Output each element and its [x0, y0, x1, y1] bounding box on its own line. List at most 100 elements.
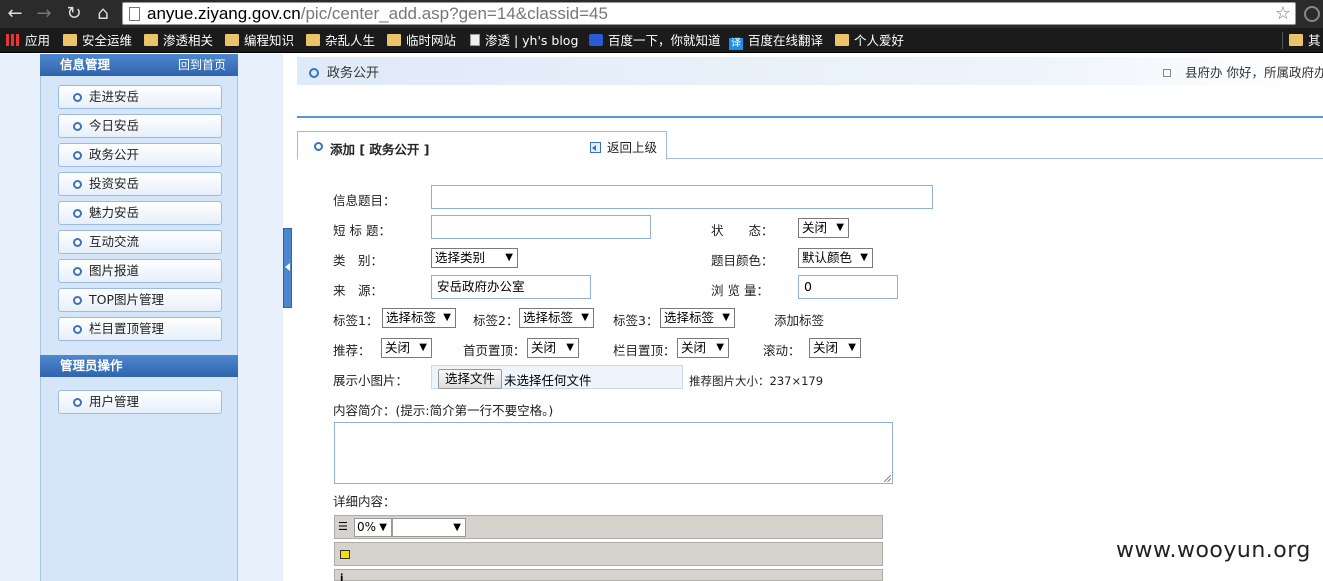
user-info: 县府办 你好，所属政府办 — [1163, 62, 1323, 81]
home-top-label: 首页置顶： — [463, 343, 526, 358]
sidebar-section-info: 信息管理 回到首页 — [40, 54, 238, 76]
bookmark-folder[interactable]: 其 — [1282, 32, 1321, 49]
paragraph-icon[interactable]: ☰ — [338, 521, 352, 533]
bookmark-folder[interactable]: 安全运维 — [63, 32, 132, 49]
info-icon[interactable]: i — [340, 573, 354, 581]
bullet-icon — [73, 296, 82, 305]
page-title: 政务公开 — [309, 62, 379, 81]
zoom-select[interactable]: 0% ▼ — [354, 518, 392, 537]
extension-icon[interactable] — [1304, 6, 1320, 22]
tag3-label: 标签3： — [613, 313, 659, 328]
short-title-input[interactable] — [431, 215, 651, 239]
summary-textarea[interactable] — [334, 422, 893, 484]
sidebar-item[interactable]: 政务公开 — [58, 143, 222, 167]
status-label: 状 态： — [711, 223, 774, 238]
sidebar-item[interactable]: 投资安岳 — [58, 172, 222, 196]
thumb-label: 展示小图片： — [333, 373, 409, 388]
reload-icon[interactable]: ↻ — [63, 3, 85, 25]
dropdown-arrow-icon: ▼ — [716, 342, 724, 353]
folder-icon — [144, 34, 158, 46]
tag2-select[interactable]: 选择标签 ▼ — [519, 308, 594, 328]
choose-file-button[interactable]: 选择文件 — [438, 369, 503, 389]
bookmark-page[interactable]: 渗透 | yh's blog — [470, 32, 578, 49]
address-bar[interactable]: anyue.ziyang.gov.cn/pic/center_add.asp?g… — [122, 2, 1296, 25]
tab-bar: 添加 [ 政务公开 ] 返回上级 — [297, 131, 1323, 160]
views-input[interactable]: 0 — [798, 275, 898, 299]
home-icon[interactable]: ⌂ — [92, 3, 114, 25]
source-label: 来 源： — [333, 283, 384, 298]
bookmark-folder[interactable]: 渗透相关 — [144, 32, 213, 49]
insert-image-icon[interactable] — [340, 550, 350, 559]
bullet-icon — [73, 238, 82, 247]
bookmark-baidu[interactable]: 百度一下，你就知道 — [589, 32, 721, 49]
folder-icon — [225, 34, 239, 46]
tag1-select[interactable]: 选择标签 ▼ — [382, 308, 456, 328]
bookmarks-bar: 应用 安全运维 渗透相关 编程知识 杂乱人生 临时网站 渗透 | yh's bl… — [0, 28, 1323, 53]
status-select[interactable]: 关闭 ▼ — [798, 218, 849, 238]
bullet-icon — [73, 267, 82, 276]
file-upload: 选择文件 未选择任何文件 — [431, 365, 683, 389]
bullet-icon — [73, 180, 82, 189]
back-arrow-icon[interactable]: ← — [4, 3, 26, 25]
bookmark-translate[interactable]: 译百度在线翻译 — [729, 32, 823, 50]
category-select[interactable]: 选择类别 ▼ — [431, 248, 518, 268]
baidu-paw-icon — [589, 34, 603, 46]
title-input[interactable] — [431, 185, 933, 209]
color-select[interactable]: 默认颜色 ▼ — [798, 248, 873, 268]
sidebar-item[interactable]: 今日安岳 — [58, 114, 222, 138]
sidebar-item[interactable]: 图片报道 — [58, 259, 222, 283]
translate-icon: 译 — [729, 38, 743, 50]
folder-icon — [63, 34, 77, 46]
dropdown-arrow-icon: ▼ — [836, 222, 844, 233]
sidebar-section-admin: 管理员操作 — [40, 355, 238, 377]
resize-grip-icon[interactable] — [884, 475, 891, 482]
square-bullet-icon — [1163, 69, 1171, 77]
thumb-hint: 推荐图片大小：237×179 — [689, 374, 824, 388]
summary-label: 内容简介：(提示:简介第一行不要空格。) — [333, 403, 554, 418]
url-path: /pic/center_add.asp?gen=14&classid=45 — [300, 4, 608, 23]
tab-add[interactable]: 添加 [ 政务公开 ] 返回上级 — [297, 131, 667, 160]
bookmark-folder[interactable]: 编程知识 — [225, 32, 294, 49]
left-sidebar: 信息管理 回到首页 走进安岳 今日安岳 政务公开 投资安岳 魅力安岳 互动交流 … — [0, 54, 283, 581]
recommend-select[interactable]: 关闭 ▼ — [381, 338, 432, 358]
dropdown-arrow-icon: ▼ — [860, 252, 868, 263]
bookmark-apps[interactable]: 应用 — [6, 32, 50, 49]
folder-icon — [306, 34, 320, 46]
bullet-icon — [73, 122, 82, 131]
dropdown-arrow-icon: ▼ — [453, 522, 461, 533]
bookmark-folder[interactable]: 杂乱人生 — [306, 32, 375, 49]
sidebar-item[interactable]: 互动交流 — [58, 230, 222, 254]
column-top-select[interactable]: 关闭 ▼ — [677, 338, 729, 358]
bullet-icon — [309, 68, 319, 78]
divider — [297, 116, 1323, 118]
bookmark-star-icon[interactable]: ☆ — [1275, 3, 1291, 24]
page-icon — [470, 34, 480, 46]
sidebar-item[interactable]: 魅力安岳 — [58, 201, 222, 225]
back-link[interactable]: 返回上级 — [590, 137, 657, 156]
font-select[interactable]: ▼ — [392, 518, 466, 537]
back-home-link[interactable]: 回到首页 — [178, 54, 226, 76]
bookmark-folder[interactable]: 个人爱好 — [835, 32, 904, 49]
sidebar-item[interactable]: 用户管理 — [58, 390, 222, 414]
tab-title: 添加 [ 政务公开 ] — [330, 142, 430, 157]
scroll-label: 滚动： — [763, 343, 801, 358]
sidebar-item[interactable]: 栏目置顶管理 — [58, 317, 222, 341]
dropdown-arrow-icon: ▼ — [419, 342, 427, 353]
source-input[interactable]: 安岳政府办公室 — [431, 275, 591, 299]
sidebar-item[interactable]: 走进安岳 — [58, 85, 222, 109]
sidebar-toggle[interactable] — [283, 228, 292, 308]
add-tag-link[interactable]: 添加标签 — [774, 310, 824, 329]
bullet-icon — [73, 398, 82, 407]
scroll-select[interactable]: 关闭 ▼ — [809, 338, 861, 358]
forward-arrow-icon[interactable]: → — [33, 3, 55, 25]
title-label: 信息题目： — [333, 193, 396, 208]
bookmark-folder[interactable]: 临时网站 — [387, 32, 456, 49]
sidebar-item[interactable]: TOP图片管理 — [58, 288, 222, 312]
url-host: anyue.ziyang.gov.cn — [147, 4, 301, 23]
folder-icon — [1289, 34, 1303, 46]
tag3-select[interactable]: 选择标签 ▼ — [660, 308, 735, 328]
folder-icon — [835, 34, 849, 46]
color-label: 题目颜色： — [711, 253, 774, 268]
views-label: 浏 览 量： — [711, 283, 769, 298]
home-top-select[interactable]: 关闭 ▼ — [527, 338, 579, 358]
